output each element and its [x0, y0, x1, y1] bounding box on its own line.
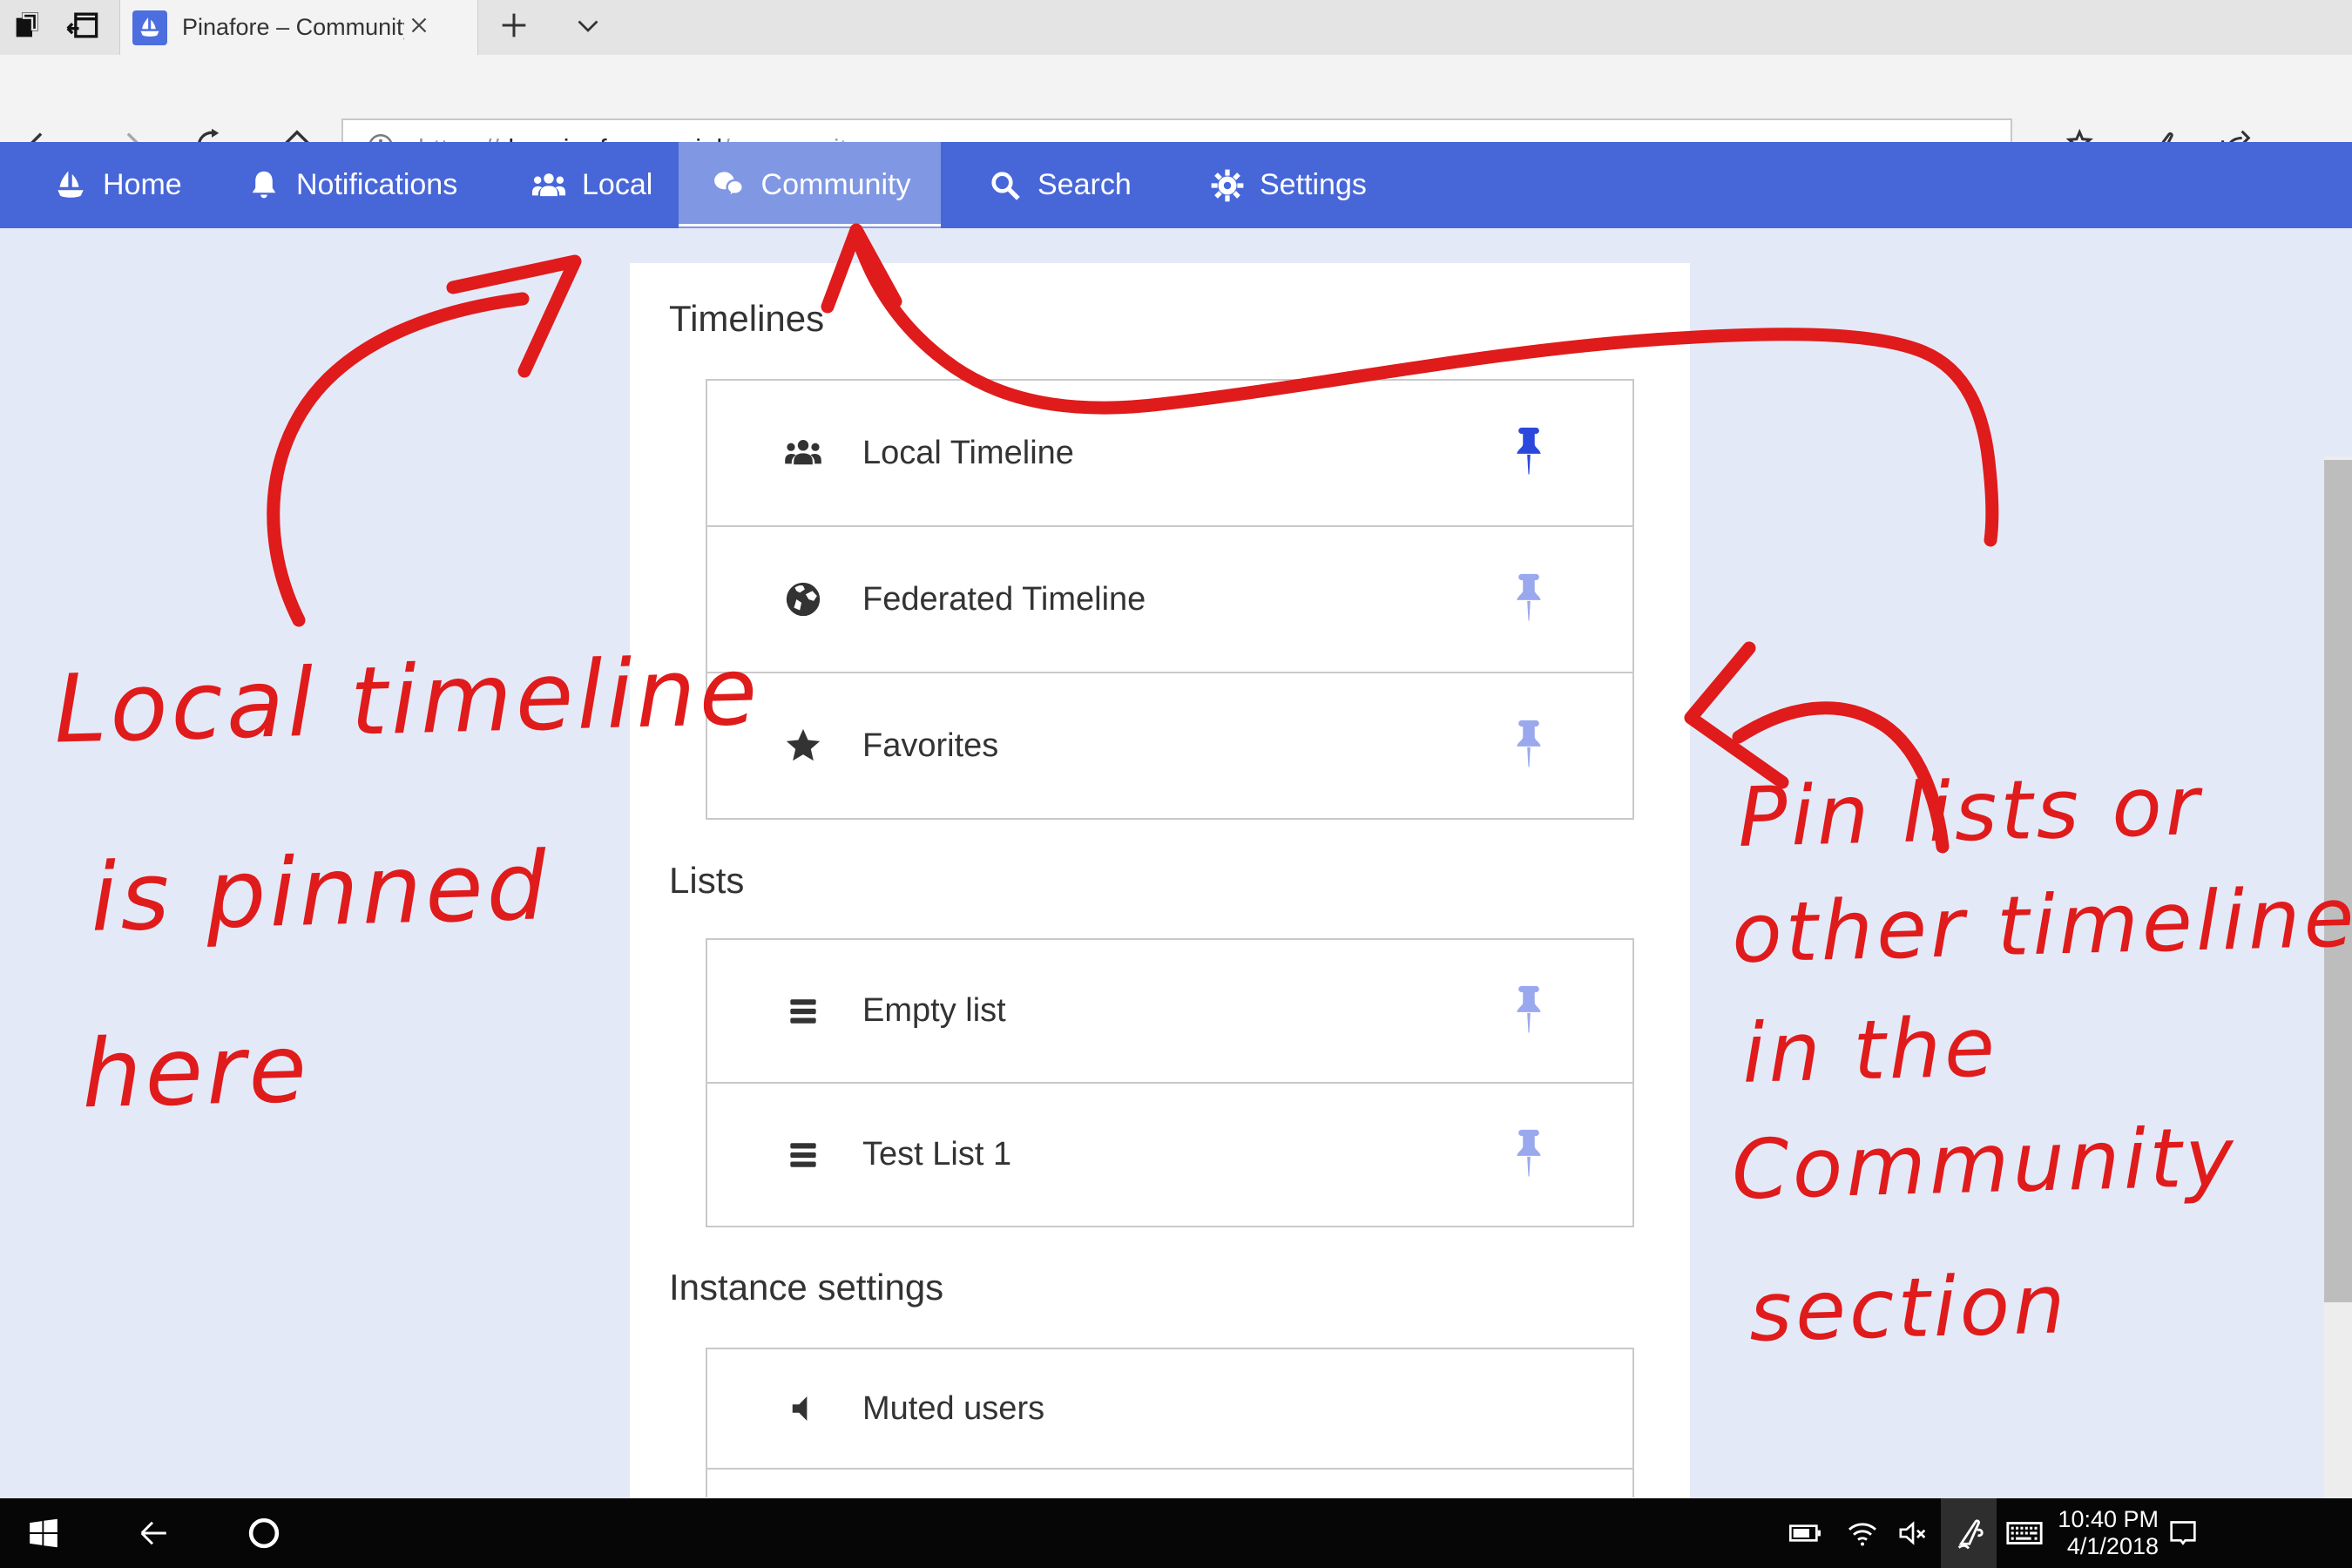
list-item-local-timeline[interactable]: Local Timeline: [706, 379, 1634, 527]
nav-item-search[interactable]: Search: [978, 142, 1140, 228]
annotation-right-line4: Community: [1731, 1110, 2239, 1218]
set-tabs-aside-button[interactable]: [57, 0, 110, 55]
clock-date: 4/1/2018: [2045, 1533, 2159, 1560]
wifi-status[interactable]: [1838, 1498, 1887, 1568]
battery-icon: [1788, 1516, 1822, 1551]
speaker-muted-icon: [1896, 1516, 1930, 1551]
sailboat-icon: [52, 167, 89, 204]
tabs-aside-list-button[interactable]: [2, 0, 54, 55]
screen: Pinafore – Community: [0, 0, 2352, 1568]
annotation-right-line1: Pin lists or: [1737, 759, 2204, 866]
list-item-muted-users[interactable]: Muted users: [706, 1348, 1634, 1470]
annotation-right-line3: in the: [1741, 1000, 2000, 1102]
nav-item-community[interactable]: Community: [679, 142, 941, 228]
timelines-list: Local Timeline Federated Timeline Favori…: [706, 379, 1634, 820]
speech-bubbles-icon: [709, 166, 747, 205]
list-item-label: Federated Timeline: [862, 581, 1146, 618]
instance-settings-list: Muted users: [706, 1348, 1634, 1497]
annotation-right-line2: other timelines: [1731, 869, 2352, 982]
cortana-button[interactable]: [240, 1498, 288, 1568]
list-item-favorites[interactable]: Favorites: [706, 672, 1634, 820]
taskbar-clock[interactable]: 10:40 PM 4/1/2018: [2045, 1498, 2159, 1568]
nav-label: Local: [582, 168, 652, 202]
list-item-label: Local Timeline: [862, 435, 1074, 472]
taskbar-back-button[interactable]: [128, 1498, 177, 1568]
browser-tab[interactable]: Pinafore – Community: [119, 0, 478, 55]
windows-logo-icon: [27, 1517, 60, 1550]
notification-icon: [2166, 1516, 2200, 1551]
stylus-pen-icon: [1950, 1515, 1987, 1551]
nav-label: Notifications: [296, 168, 457, 202]
new-tab-button[interactable]: [488, 0, 540, 55]
battery-status[interactable]: [1781, 1498, 1829, 1568]
windows-ink-button[interactable]: [1941, 1498, 1997, 1568]
start-button[interactable]: [19, 1498, 68, 1568]
nav-item-local[interactable]: Local: [521, 142, 661, 228]
bell-icon: [246, 167, 282, 204]
browser-toolbar: https://dev.pinafore.social/community: [0, 55, 2352, 143]
pin-button-unpinned[interactable]: [1509, 984, 1549, 1038]
annotation-right-line5: section: [1748, 1257, 2070, 1361]
plus-icon: [497, 8, 531, 47]
globe-icon: [782, 579, 824, 619]
pin-button-unpinned[interactable]: [1509, 1128, 1549, 1182]
community-card: Timelines Local Timeline Federated Timel…: [630, 263, 1690, 1498]
gear-icon: [1209, 167, 1246, 204]
pinafore-favicon: [132, 10, 167, 45]
list-item-empty-list[interactable]: Empty list: [706, 938, 1634, 1084]
nav-item-home[interactable]: Home: [44, 142, 191, 228]
nav-label: Community: [761, 168, 911, 202]
annotation-left-line1: Local timeline: [53, 637, 762, 764]
section-heading-timelines: Timelines: [669, 298, 824, 340]
clock-time: 10:40 PM: [2045, 1506, 2159, 1533]
people-icon: [782, 432, 824, 474]
nav-item-notifications[interactable]: Notifications: [237, 142, 466, 228]
tab-title: Pinafore – Community: [182, 14, 404, 41]
keyboard-icon: [2004, 1513, 2044, 1553]
tab-close-icon[interactable]: [406, 12, 432, 43]
annotation-left-line2: is pinned: [89, 832, 551, 953]
annotation-left-line3: here: [80, 1015, 311, 1130]
active-tab-underline: [679, 224, 941, 226]
wifi-icon: [1845, 1516, 1880, 1551]
list-item-federated-timeline[interactable]: Federated Timeline: [706, 525, 1634, 673]
nav-label: Search: [1037, 168, 1132, 202]
section-heading-lists: Lists: [669, 860, 744, 902]
touch-keyboard-button[interactable]: [2000, 1498, 2049, 1568]
chevron-down-icon: [572, 10, 604, 45]
cortana-circle-icon: [246, 1515, 282, 1551]
list-item-test-list-1[interactable]: Test List 1: [706, 1082, 1634, 1227]
volume-muted-status[interactable]: [1889, 1498, 1937, 1568]
star-icon: [782, 726, 824, 766]
page-scrollbar[interactable]: [2324, 456, 2352, 1568]
people-icon: [530, 166, 568, 205]
list-item-label: Empty list: [862, 992, 1006, 1030]
lists-list: Empty list Test List 1: [706, 938, 1634, 1227]
nav-label: Home: [103, 168, 182, 202]
back-arrow-icon: [134, 1515, 171, 1551]
mute-icon: [782, 1390, 824, 1427]
pin-button-unpinned[interactable]: [1509, 719, 1549, 773]
tab-aside-arrow-icon: [64, 6, 103, 49]
tab-strip: Pinafore – Community: [0, 0, 2352, 55]
pin-button-unpinned[interactable]: [1509, 572, 1549, 626]
tab-list-dropdown-button[interactable]: [562, 0, 614, 55]
windows-taskbar: 10:40 PM 4/1/2018: [0, 1498, 2352, 1568]
list-item-partial[interactable]: [706, 1468, 1634, 1497]
nav-label: Settings: [1260, 168, 1367, 202]
app-nav-bar: Home Notifications Local Community Searc…: [0, 142, 2352, 228]
search-icon: [987, 167, 1024, 204]
action-center-button[interactable]: [2159, 1498, 2207, 1568]
list-icon: [782, 1136, 824, 1174]
stacked-tabs-icon: [10, 8, 45, 47]
nav-item-settings[interactable]: Settings: [1200, 142, 1375, 228]
pin-button-pinned[interactable]: [1509, 426, 1549, 480]
section-heading-instance-settings: Instance settings: [669, 1267, 943, 1308]
list-item-label: Muted users: [862, 1390, 1044, 1428]
list-item-label: Test List 1: [862, 1136, 1011, 1173]
list-icon: [782, 992, 824, 1031]
list-item-label: Favorites: [862, 727, 998, 765]
